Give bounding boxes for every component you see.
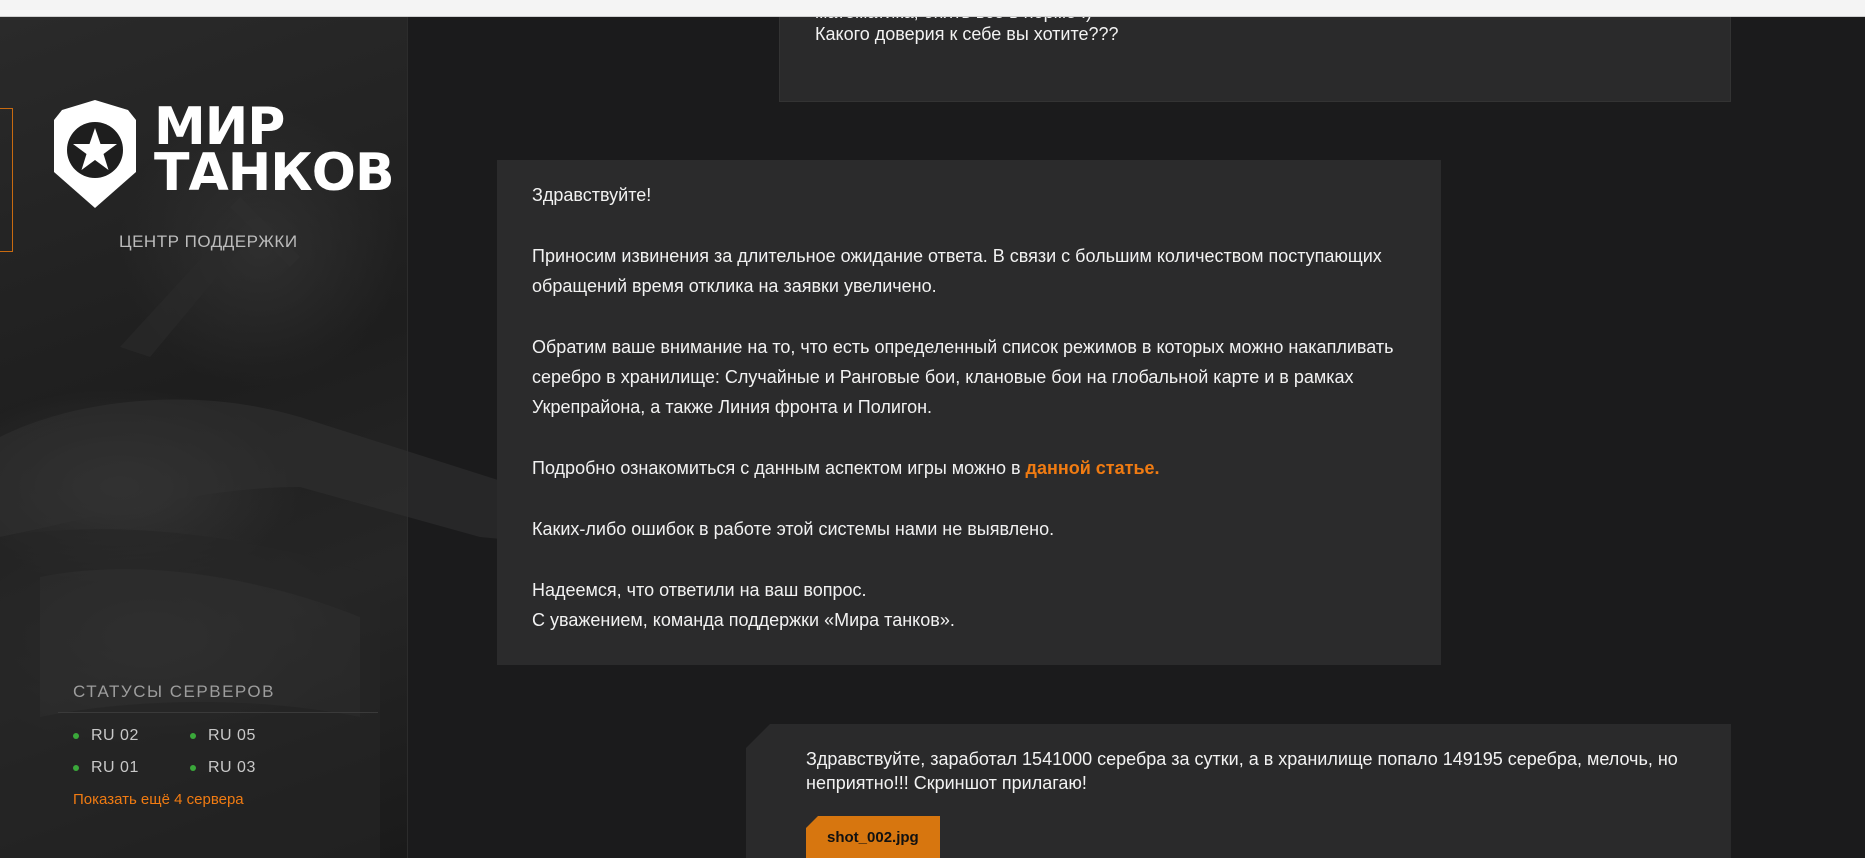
server-status-title: СТАТУСЫ СЕРВЕРОВ	[58, 682, 378, 713]
online-status-icon	[73, 765, 79, 771]
article-link[interactable]: данной статье.	[1026, 458, 1160, 478]
online-status-icon	[73, 733, 79, 739]
support-reply-message: Здравствуйте! Приносим извинения за длит…	[497, 160, 1441, 665]
server-list: RU 02 RU 05 RU 01 RU 03	[58, 727, 402, 777]
reply-text: Подробно ознакомиться с данным аспектом …	[532, 458, 1026, 478]
attachment-button[interactable]: shot_002.jpg	[806, 816, 940, 858]
logo-line-2: ТАНКОВ	[154, 143, 395, 203]
server-name: RU 01	[91, 759, 139, 776]
browser-top-strip	[0, 0, 1865, 17]
server-name: RU 03	[208, 759, 256, 776]
reply-paragraph: Приносим извинения за длительное ожидани…	[532, 246, 1382, 296]
support-center-label: ЦЕНТР ПОДДЕРЖКИ	[119, 232, 298, 251]
reply-paragraph: Подробно ознакомиться с данным аспектом …	[532, 453, 1406, 483]
user-message-latest: Здравствуйте, заработал 1541000 серебра …	[746, 724, 1731, 858]
server-name: RU 02	[91, 727, 139, 744]
reply-paragraph: Обратим ваше внимание на то, что есть оп…	[532, 337, 1394, 417]
server-name: RU 05	[208, 727, 256, 744]
left-accent-frame	[0, 108, 13, 252]
server-status-panel: СТАТУСЫ СЕРВЕРОВ RU 02 RU 05 RU 01 RU 03…	[58, 682, 402, 808]
reply-greeting: Здравствуйте!	[532, 185, 652, 205]
star-shield-icon	[54, 100, 136, 208]
reply-paragraph: Каких-либо ошибок в работе этой системы …	[532, 519, 1055, 539]
online-status-icon	[190, 733, 196, 739]
reply-signature: С уважением, команда поддержки «Мира тан…	[532, 610, 955, 630]
show-more-servers-link[interactable]: Показать ещё 4 сервера	[58, 791, 402, 808]
message-line: Какого доверия к себе вы хотите???	[815, 24, 1119, 44]
online-status-icon	[190, 765, 196, 771]
server-item: RU 03	[190, 759, 307, 777]
reply-closing: Надеемся, что ответили на ваш вопрос.	[532, 580, 867, 600]
server-item: RU 05	[190, 727, 307, 745]
server-item: RU 02	[73, 727, 190, 745]
message-text: Здравствуйте, заработал 1541000 серебра …	[806, 749, 1678, 793]
server-item: RU 01	[73, 759, 190, 777]
brand-logo[interactable]: МИР ТАНКОВ	[54, 100, 395, 210]
logo-wordmark: МИР ТАНКОВ	[154, 101, 395, 203]
